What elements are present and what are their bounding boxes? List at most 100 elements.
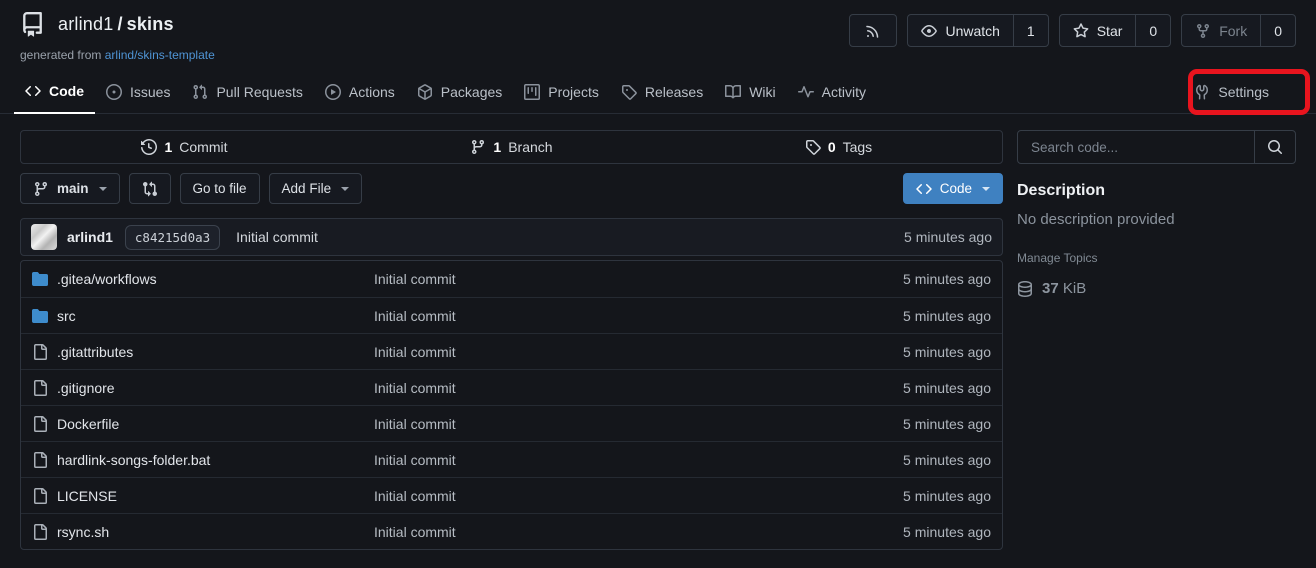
tab-wiki[interactable]: Wiki <box>714 70 786 113</box>
search-input[interactable] <box>1018 131 1254 163</box>
unwatch-button[interactable]: Unwatch <box>908 15 1012 46</box>
tab-settings[interactable]: Settings <box>1183 70 1280 113</box>
repo-size: 37 KiB <box>1017 280 1296 297</box>
folder-icon <box>32 308 48 324</box>
file-commit-message[interactable]: Initial commit <box>374 416 903 432</box>
rss-button[interactable] <box>850 15 896 46</box>
fork-label: Fork <box>1219 23 1247 39</box>
tab-activity-label: Activity <box>822 84 866 100</box>
commits-stat[interactable]: 1 Commit <box>21 139 348 155</box>
forks-count[interactable]: 0 <box>1260 15 1295 46</box>
tab-releases[interactable]: Releases <box>610 70 714 113</box>
compare-icon <box>142 181 158 197</box>
file-commit-time: 5 minutes ago <box>903 452 991 468</box>
repo-title: arlind1/skins <box>58 14 174 35</box>
go-to-file-button[interactable]: Go to file <box>180 173 260 204</box>
fork-icon <box>1195 23 1211 39</box>
eye-icon <box>921 23 937 39</box>
add-file-button[interactable]: Add File <box>269 173 363 204</box>
pulse-icon <box>798 84 814 100</box>
commits-label: Commit <box>179 139 227 155</box>
file-commit-message[interactable]: Initial commit <box>374 308 903 324</box>
tags-stat[interactable]: 0 Tags <box>675 139 1002 155</box>
commit-author-link[interactable]: arlind1 <box>67 229 113 245</box>
play-circle-icon <box>325 84 341 100</box>
generated-from: generated from arlind/skins-template <box>20 48 215 62</box>
file-commit-message[interactable]: Initial commit <box>374 271 903 287</box>
commit-time: 5 minutes ago <box>904 229 992 245</box>
commits-count: 1 <box>164 139 172 155</box>
tag-icon <box>805 139 821 155</box>
file-commit-time: 5 minutes ago <box>903 271 991 287</box>
header-actions: Unwatch 1 Star 0 Fork 0 <box>849 14 1296 47</box>
stars-count[interactable]: 0 <box>1135 15 1170 46</box>
file-link[interactable]: .gitignore <box>32 380 374 396</box>
tab-settings-label: Settings <box>1218 84 1269 100</box>
file-commit-message[interactable]: Initial commit <box>374 452 903 468</box>
table-row: .gitea/workflows Initial commit 5 minute… <box>21 261 1002 297</box>
table-row: rsync.sh Initial commit 5 minutes ago <box>21 513 1002 549</box>
watchers-count[interactable]: 1 <box>1013 15 1048 46</box>
history-icon <box>141 139 157 155</box>
file-link[interactable]: rsync.sh <box>32 524 374 540</box>
compare-button[interactable] <box>129 173 171 204</box>
commit-hash-badge[interactable]: c84215d0a3 <box>125 225 220 250</box>
file-commit-message[interactable]: Initial commit <box>374 524 903 540</box>
file-commit-message[interactable]: Initial commit <box>374 380 903 396</box>
tab-code[interactable]: Code <box>14 70 95 114</box>
file-commit-message[interactable]: Initial commit <box>374 344 903 360</box>
repo-header: arlind1/skins generated from arlind/skin… <box>0 0 1316 62</box>
settings-icon <box>1194 84 1210 100</box>
fork-button[interactable]: Fork <box>1182 15 1260 46</box>
repo-name-link[interactable]: skins <box>127 14 174 34</box>
tag-icon <box>621 84 637 100</box>
repo-owner-link[interactable]: arlind1 <box>58 14 113 34</box>
code-download-button[interactable]: Code <box>903 173 1003 204</box>
tab-packages[interactable]: Packages <box>406 70 513 113</box>
tab-projects-label: Projects <box>548 84 599 100</box>
tab-issues[interactable]: Issues <box>95 70 181 113</box>
repo-sidebar: Description No description provided Mana… <box>1017 130 1296 550</box>
manage-topics-link[interactable]: Manage Topics <box>1017 251 1296 265</box>
issue-icon <box>106 84 122 100</box>
file-link[interactable]: .gitattributes <box>32 344 374 360</box>
branches-stat[interactable]: 1 Branch <box>348 139 675 155</box>
file-toolbar: main Go to file Add File Code <box>20 173 1003 204</box>
file-link[interactable]: hardlink-songs-folder.bat <box>32 452 374 468</box>
tab-code-label: Code <box>49 83 84 99</box>
generated-from-label: generated from <box>20 48 101 62</box>
commit-message-link[interactable]: Initial commit <box>236 229 318 245</box>
tab-releases-label: Releases <box>645 84 703 100</box>
code-search <box>1017 130 1296 164</box>
file-link[interactable]: .gitea/workflows <box>32 271 374 287</box>
tags-count: 0 <box>828 139 836 155</box>
table-row: LICENSE Initial commit 5 minutes ago <box>21 477 1002 513</box>
branch-selector[interactable]: main <box>20 173 120 204</box>
caret-down-icon <box>341 187 349 191</box>
file-commit-time: 5 minutes ago <box>903 488 991 504</box>
file-icon <box>32 344 48 360</box>
branch-icon <box>470 139 486 155</box>
tab-pull-requests-label: Pull Requests <box>216 84 302 100</box>
file-link[interactable]: LICENSE <box>32 488 374 504</box>
branch-name: main <box>57 181 89 196</box>
file-icon <box>32 524 48 540</box>
database-icon <box>1017 281 1033 297</box>
tab-pull-requests[interactable]: Pull Requests <box>181 70 313 113</box>
file-commit-message[interactable]: Initial commit <box>374 488 903 504</box>
template-repo-link[interactable]: arlind/skins-template <box>105 48 215 62</box>
tab-actions[interactable]: Actions <box>314 70 406 113</box>
tab-activity[interactable]: Activity <box>787 70 877 113</box>
caret-down-icon <box>99 187 107 191</box>
file-icon <box>32 452 48 468</box>
tab-projects[interactable]: Projects <box>513 70 610 113</box>
code-icon <box>916 181 932 197</box>
star-button[interactable]: Star <box>1060 15 1136 46</box>
file-link[interactable]: src <box>32 308 374 324</box>
table-row: Dockerfile Initial commit 5 minutes ago <box>21 405 1002 441</box>
file-link[interactable]: Dockerfile <box>32 416 374 432</box>
star-label: Star <box>1097 23 1123 39</box>
repo-size-value: 37 <box>1042 280 1059 297</box>
search-button[interactable] <box>1254 131 1295 163</box>
repo-title-separator: / <box>117 14 122 34</box>
